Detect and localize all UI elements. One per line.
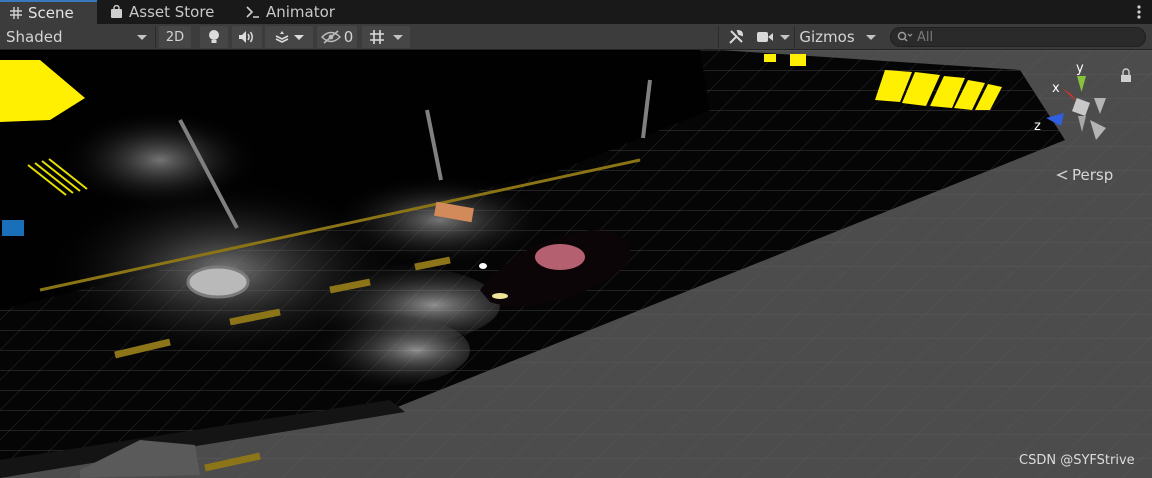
toolbar-divider	[155, 26, 156, 48]
axis-y-cone	[1077, 76, 1086, 92]
chevron-down-icon	[393, 34, 403, 40]
scene-search[interactable]: All	[890, 27, 1146, 47]
blue-sign	[2, 220, 24, 236]
orientation-gizmo[interactable]: y x z	[1024, 58, 1134, 168]
toolbar-divider	[794, 26, 795, 48]
hidden-object-count: 0	[343, 28, 354, 46]
2d-toggle-label: 2D	[165, 29, 185, 45]
tab-scene-label: Scene	[28, 4, 74, 22]
tools-button[interactable]	[722, 26, 750, 48]
layers-icon	[275, 31, 289, 43]
effects-dropdown[interactable]	[265, 26, 313, 48]
camera-icon	[757, 32, 773, 42]
camera-settings-dropdown[interactable]	[754, 26, 792, 48]
chevron-down-icon	[866, 34, 876, 40]
chevron-down-icon	[780, 34, 790, 40]
tab-animator[interactable]: Animator	[236, 0, 345, 24]
window-tab-bar: Scene Asset Store Animator	[0, 0, 1152, 24]
chevron-down-icon	[294, 34, 304, 40]
shading-mode-value: Shaded	[6, 28, 63, 46]
hidden-eye-icon	[320, 30, 341, 44]
axis-x-label: x	[1052, 81, 1060, 96]
scene-visibility-toggle[interactable]: 0	[317, 26, 357, 48]
shading-mode-dropdown[interactable]: Shaded	[0, 26, 155, 48]
lock-icon[interactable]	[1122, 68, 1130, 75]
tab-animator-label: Animator	[266, 3, 335, 21]
lighting-toggle-button[interactable]	[200, 26, 228, 48]
scene-viewport[interactable]: y x z Persp CSDN @SYFStrive	[0, 50, 1152, 478]
2d-toggle-button[interactable]: 2D	[159, 26, 191, 48]
axis-gizmo-icon: y x z	[1034, 61, 1131, 140]
audio-toggle-button[interactable]	[232, 26, 262, 48]
projection-toggle[interactable]: Persp	[1056, 166, 1113, 184]
grid-snap-icon	[370, 30, 384, 44]
gizmo-center	[1072, 98, 1090, 116]
gizmos-dropdown[interactable]	[859, 26, 883, 48]
grid-icon	[10, 7, 22, 19]
search-icon	[897, 31, 913, 42]
scene-render[interactable]	[0, 50, 1152, 478]
scene-toolbar: Shaded 2D 0 Gizmos All	[0, 24, 1152, 50]
tab-scene[interactable]: Scene	[0, 0, 97, 24]
axis-z-label: z	[1034, 119, 1041, 134]
animator-icon	[246, 6, 259, 18]
gizmos-button[interactable]: Gizmos	[798, 26, 856, 48]
persp-chevron-icon	[1056, 170, 1068, 180]
chevron-down-icon	[137, 34, 147, 40]
more-options-icon[interactable]	[1136, 3, 1142, 21]
axis-x-cone	[1062, 88, 1078, 103]
gizmos-label: Gizmos	[799, 28, 855, 46]
search-input[interactable]: All	[917, 30, 933, 45]
projection-label: Persp	[1072, 166, 1114, 184]
bag-icon	[111, 5, 122, 18]
watermark: CSDN @SYFStrive	[1019, 453, 1135, 468]
tab-asset-store[interactable]: Asset Store	[100, 0, 224, 24]
toolbar-divider	[718, 26, 719, 48]
lightbulb-icon	[209, 30, 219, 43]
manhole-cover	[186, 265, 250, 299]
axis-y-label: y	[1076, 61, 1084, 76]
speaker-icon	[239, 31, 253, 43]
axis-neg-y-cone	[1078, 116, 1086, 132]
light-pool	[60, 110, 260, 210]
axis-z-cone	[1046, 113, 1064, 126]
tab-asset-store-label: Asset Store	[129, 3, 215, 21]
grid-settings-dropdown[interactable]	[362, 26, 410, 48]
axis-neg-z-cone	[1090, 120, 1106, 140]
headlight-beam	[290, 314, 470, 386]
tools-icon	[729, 29, 744, 44]
axis-neg-x-cone	[1094, 98, 1106, 114]
